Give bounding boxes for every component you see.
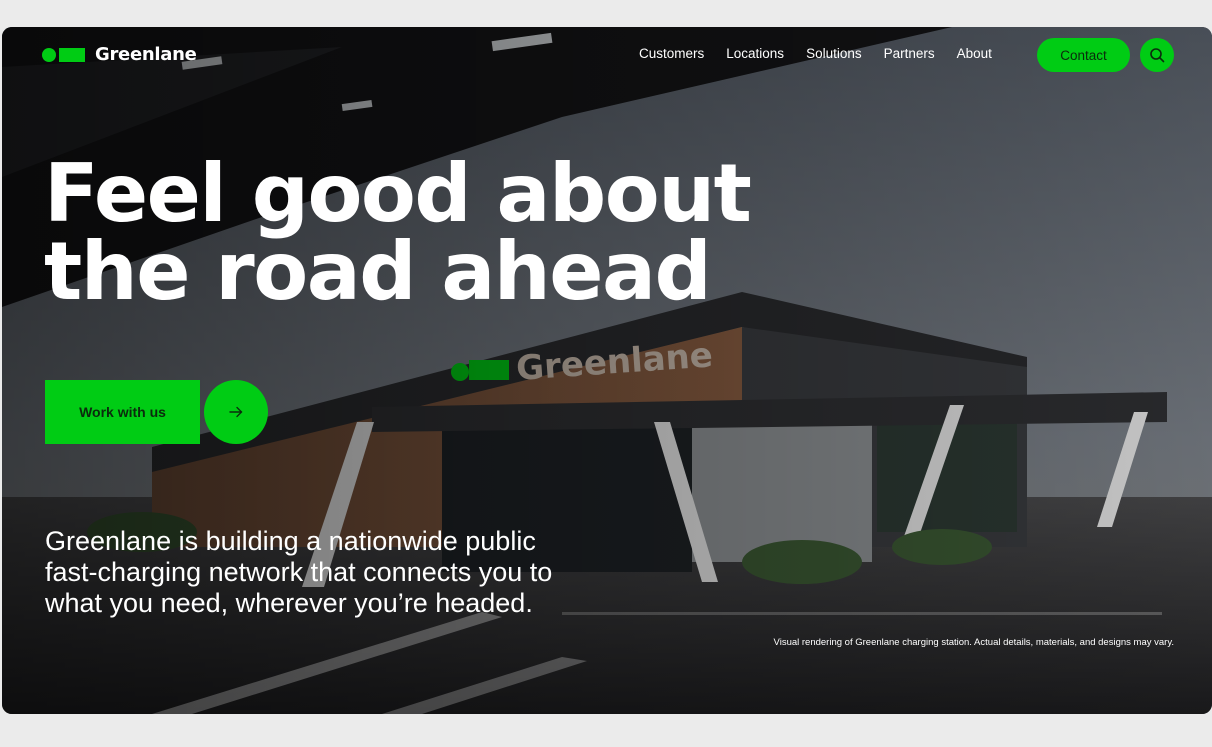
hero-headline: Feel good about the road ahead [44, 147, 752, 318]
work-with-us-arrow-button[interactable] [204, 380, 268, 444]
hero-headline-line-2: the road ahead [44, 225, 712, 318]
page-frame: Greenlane Greenlane Customers Locations … [2, 27, 1212, 714]
nav-item-partners[interactable]: Partners [884, 46, 935, 61]
search-icon [1150, 48, 1165, 63]
work-with-us-button[interactable]: Work with us [45, 380, 200, 444]
logo-wordmark: Greenlane [95, 44, 197, 65]
nav-item-customers[interactable]: Customers [639, 46, 704, 61]
nav-item-about[interactable]: About [957, 46, 992, 61]
logo-bar-icon [59, 47, 85, 62]
main-menu: Customers Locations Solutions Partners A… [639, 46, 992, 61]
greenlane-logo[interactable]: Greenlane [42, 44, 197, 65]
contact-button[interactable]: Contact [1037, 38, 1130, 72]
nav-item-solutions[interactable]: Solutions [806, 46, 862, 61]
hero-intro-text: Greenlane is building a nationwide publi… [45, 526, 553, 618]
hero-headline-line-1: Feel good about [44, 147, 752, 240]
top-nav: Greenlane Customers Locations Solutions … [2, 27, 1212, 83]
logo-dot-icon [42, 47, 56, 62]
arrow-right-icon [229, 406, 243, 418]
image-disclaimer: Visual rendering of Greenlane charging s… [773, 637, 1174, 648]
nav-item-locations[interactable]: Locations [726, 46, 784, 61]
search-button[interactable] [1140, 38, 1174, 72]
